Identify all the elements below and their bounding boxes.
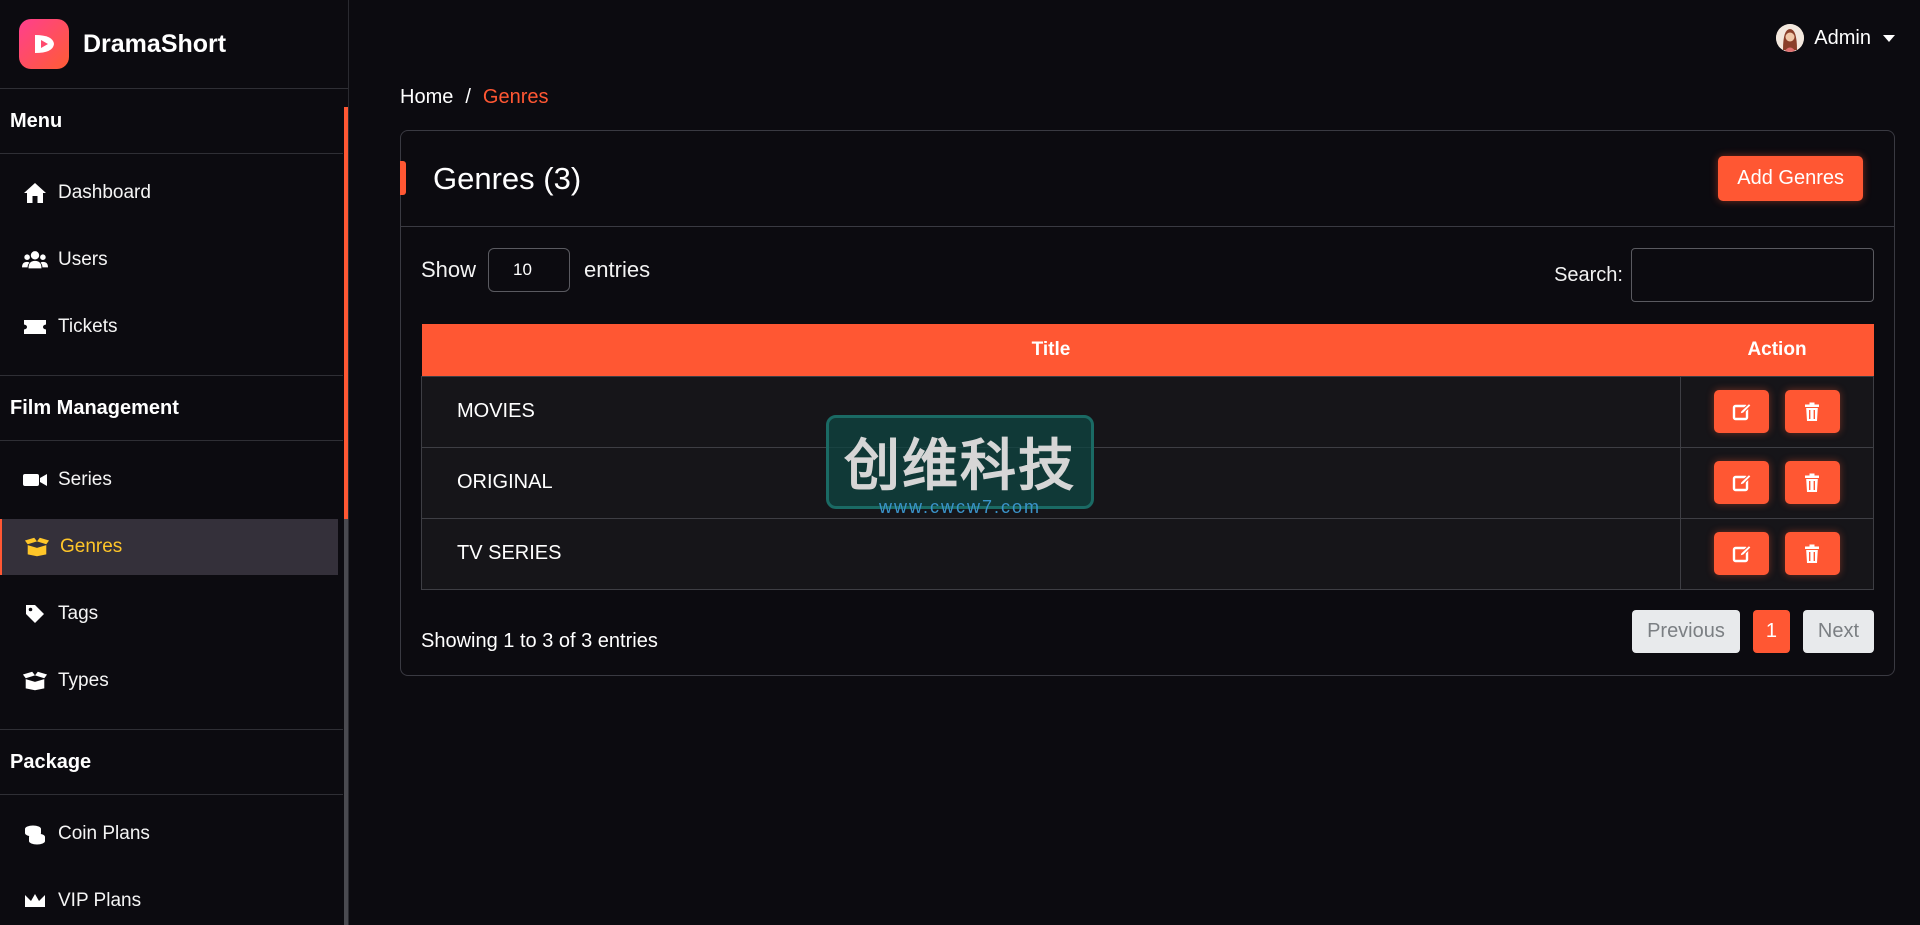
sidebar-item-tags[interactable]: Tags	[0, 586, 338, 642]
edit-button[interactable]	[1714, 390, 1770, 433]
table-row: TV SERIES	[421, 517, 1874, 590]
table-controls: Show entries Search:	[421, 248, 1874, 302]
breadcrumb-separator: /	[465, 86, 471, 108]
edit-icon	[1732, 544, 1752, 562]
page-title: Genres (3)	[433, 160, 582, 196]
card-title-accent	[400, 161, 406, 195]
action-cell	[1680, 375, 1874, 448]
sidebar-item-label: Genres	[60, 536, 123, 557]
brand-name: DramaShort	[83, 29, 227, 58]
chevron-down-icon	[1883, 34, 1895, 42]
users-icon	[22, 249, 48, 271]
table-info: Showing 1 to 3 of 3 entries	[421, 630, 658, 652]
video-icon	[22, 469, 48, 491]
sidebar-item-coin-plans[interactable]: Coin Plans	[0, 806, 343, 862]
page-length-select[interactable]	[488, 248, 571, 292]
breadcrumb-current: Genres	[482, 86, 549, 108]
trash-icon	[1805, 473, 1820, 492]
trash-icon	[1805, 544, 1820, 563]
previous-page-button[interactable]: Previous	[1632, 610, 1740, 653]
user-name: Admin	[1814, 26, 1871, 49]
table-row: MOVIES	[421, 375, 1874, 448]
trash-icon	[1805, 402, 1820, 421]
card-header: Genres (3) Add Genres	[400, 131, 1894, 227]
delete-button[interactable]	[1784, 532, 1840, 575]
entries-label: entries	[584, 257, 651, 282]
delete-button[interactable]	[1784, 390, 1840, 433]
nav-group-menu: Dashboard Users Tickets	[0, 165, 343, 376]
section-title-package: Package	[0, 730, 343, 795]
edit-button[interactable]	[1714, 461, 1770, 504]
brand[interactable]: DramaShort	[0, 0, 348, 89]
action-cell	[1680, 446, 1874, 519]
ticket-icon	[22, 316, 48, 338]
page-button-current[interactable]: 1	[1752, 610, 1790, 653]
breadcrumb: Home / Genres	[400, 86, 549, 109]
genre-title-cell: TV SERIES	[421, 517, 1681, 590]
sidebar-item-label: Types	[58, 670, 109, 691]
edit-icon	[1732, 402, 1752, 420]
sidebar-item-types[interactable]: Types	[0, 653, 338, 709]
next-page-button[interactable]: Next	[1802, 610, 1874, 653]
sidebar-item-vip-plans[interactable]: VIP Plans	[0, 873, 343, 925]
table-row: ORIGINAL	[421, 446, 1874, 519]
action-cell	[1680, 517, 1874, 590]
sidebar-item-label: Series	[58, 469, 112, 490]
section-title-film-management: Film Management	[0, 376, 343, 441]
brand-logo-icon	[19, 19, 69, 69]
sidebar-item-label: Dashboard	[58, 182, 151, 203]
edit-icon	[1732, 473, 1752, 491]
genre-title-cell: MOVIES	[421, 375, 1681, 448]
user-menu[interactable]: Admin	[1776, 24, 1895, 52]
genre-title-cell: ORIGINAL	[421, 446, 1681, 519]
sidebar-item-dashboard[interactable]: Dashboard	[0, 165, 338, 221]
sidebar-item-tickets[interactable]: Tickets	[0, 299, 338, 355]
sidebar: DramaShort Menu Dashboard Users Tickets …	[0, 0, 349, 925]
sidebar-item-label: Tickets	[58, 316, 118, 337]
avatar	[1776, 24, 1805, 52]
column-header-title[interactable]: Title	[421, 324, 1681, 376]
box-open-icon	[24, 536, 50, 558]
coins-icon	[22, 823, 48, 845]
delete-button[interactable]	[1784, 461, 1840, 504]
sidebar-scrollbar-thumb[interactable]	[344, 107, 348, 519]
sidebar-item-label: Users	[58, 249, 108, 270]
edit-button[interactable]	[1714, 532, 1770, 575]
home-icon	[22, 182, 48, 204]
sidebar-item-label: Tags	[58, 603, 99, 624]
tag-icon	[22, 603, 48, 625]
nav-group-package: Coin Plans VIP Plans	[0, 806, 348, 925]
page-length-control: Show entries	[421, 248, 650, 292]
sidebar-scrollbar-track[interactable]	[344, 519, 348, 925]
sidebar-item-genres[interactable]: Genres	[0, 519, 338, 575]
crown-icon	[22, 890, 48, 912]
nav-group-film-management: Series Genres Tags Types	[0, 452, 343, 730]
search-control: Search:	[1554, 248, 1874, 302]
column-header-action: Action	[1680, 324, 1874, 376]
pagination: Previous 1 Next	[1632, 610, 1874, 653]
breadcrumb-home-link[interactable]: Home	[400, 86, 453, 109]
section-title-menu: Menu	[0, 89, 343, 154]
show-label: Show	[421, 257, 477, 282]
search-label: Search:	[1554, 263, 1623, 286]
add-genres-button[interactable]: Add Genres	[1718, 156, 1863, 201]
genres-table: Title Action MOVIES ORIGINAL TV SERIES	[421, 324, 1874, 590]
sidebar-item-series[interactable]: Series	[0, 452, 338, 508]
sidebar-item-users[interactable]: Users	[0, 232, 338, 288]
boxes-icon	[22, 670, 48, 692]
genres-card: Genres (3) Add Genres Show entries Searc…	[400, 130, 1895, 676]
sidebar-item-label: Coin Plans	[58, 823, 150, 844]
sidebar-item-label: VIP Plans	[58, 890, 142, 911]
search-input[interactable]	[1631, 248, 1874, 302]
